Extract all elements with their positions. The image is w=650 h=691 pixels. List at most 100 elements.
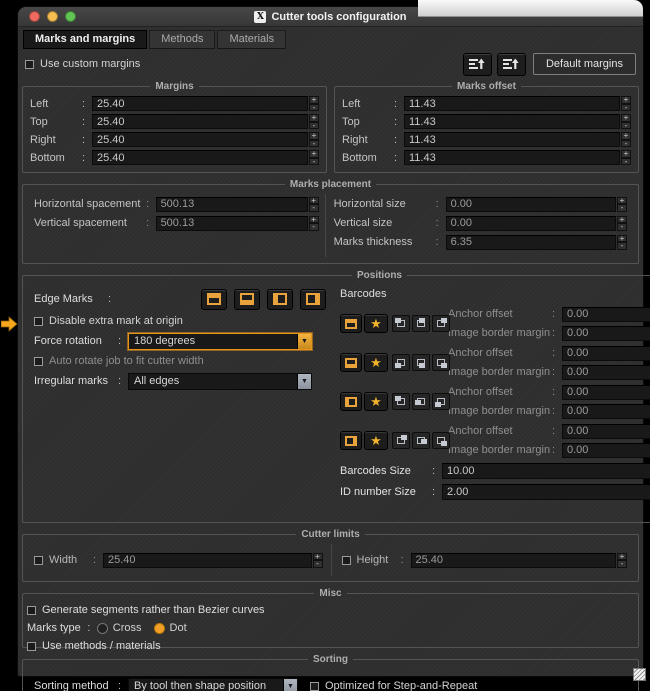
spin-up-button[interactable]	[309, 132, 319, 140]
spin-down-button[interactable]	[309, 139, 319, 147]
edge-mark-top-button[interactable]	[201, 288, 227, 310]
spinner[interactable]	[621, 114, 631, 129]
tab-marks-and-margins[interactable]: Marks and margins	[23, 30, 148, 49]
barcode-anchor-bottom-left-button[interactable]	[392, 354, 410, 371]
spin-up-button[interactable]	[616, 234, 627, 242]
spin-down-button[interactable]	[621, 157, 631, 165]
anchor-offset-top-field[interactable]	[562, 306, 650, 322]
barcode-anchor-left-top-button[interactable]	[392, 393, 410, 410]
spin-down-button[interactable]	[309, 103, 319, 111]
irregular-marks-dropdown[interactable]: All edges	[128, 372, 312, 390]
margin-left-field[interactable]	[92, 96, 308, 111]
barcode-anchor-top-left-button[interactable]	[392, 315, 410, 332]
edge-mark-right-button[interactable]	[300, 288, 326, 310]
force-rotation-dropdown[interactable]: 180 degrees	[128, 332, 312, 350]
tab-materials[interactable]: Materials	[217, 30, 287, 49]
spinner[interactable]	[616, 234, 627, 250]
generate-segments-checkbox[interactable]	[27, 605, 36, 615]
anchor-offset-right-field[interactable]	[562, 423, 650, 439]
tab-methods[interactable]: Methods	[149, 30, 216, 49]
offset-right-field[interactable]	[404, 132, 620, 147]
spin-up-button[interactable]	[621, 150, 631, 158]
barcode-star-top-button[interactable]	[364, 314, 388, 333]
height-limit-field[interactable]	[410, 552, 616, 568]
spin-down-button[interactable]	[309, 121, 319, 129]
spinner[interactable]	[308, 215, 319, 231]
barcode-anchor-top-center-button[interactable]	[412, 315, 430, 332]
spinner[interactable]	[621, 150, 631, 165]
spin-up-button[interactable]	[616, 215, 627, 223]
minimize-button[interactable]	[47, 11, 58, 22]
anchor-offset-left-field[interactable]	[562, 384, 650, 400]
spin-down-button[interactable]	[621, 139, 631, 147]
marks-thickness-field[interactable]	[445, 234, 616, 250]
barcode-anchor-right-bottom-button[interactable]	[432, 432, 450, 449]
barcodes-size-field[interactable]	[442, 462, 650, 479]
spin-up-button[interactable]	[309, 96, 319, 104]
margin-top-field[interactable]	[92, 114, 308, 129]
vertical-spacement-field[interactable]	[155, 215, 308, 231]
barcode-anchor-top-right-button[interactable]	[432, 315, 450, 332]
image-border-margin-left-field[interactable]	[562, 403, 650, 419]
use-custom-margins-checkbox[interactable]	[25, 59, 34, 69]
barcode-star-bottom-button[interactable]	[364, 353, 388, 372]
width-limit-checkbox[interactable]	[34, 555, 43, 565]
barcode-edge-right-button[interactable]	[340, 431, 362, 450]
spin-up-button[interactable]	[621, 96, 631, 104]
edge-mark-bottom-button[interactable]	[234, 288, 260, 310]
dropdown-arrow-icon[interactable]	[283, 678, 297, 691]
barcode-edge-bottom-button[interactable]	[340, 353, 362, 372]
spin-down-button[interactable]	[616, 204, 627, 212]
spin-down-button[interactable]	[621, 121, 631, 129]
spin-up-button[interactable]	[309, 114, 319, 122]
spinner[interactable]	[308, 196, 319, 212]
barcode-anchor-bottom-center-button[interactable]	[412, 354, 430, 371]
dropdown-arrow-icon[interactable]	[297, 333, 311, 349]
optimized-step-repeat-checkbox[interactable]	[310, 681, 319, 691]
spin-up-button[interactable]	[621, 132, 631, 140]
horizontal-spacement-field[interactable]	[155, 196, 308, 212]
sorting-method-dropdown[interactable]: By tool then shape position	[128, 677, 298, 691]
disable-extra-mark-checkbox[interactable]	[34, 316, 43, 326]
spinner[interactable]	[621, 96, 631, 111]
spin-down-button[interactable]	[308, 223, 319, 231]
spin-up-button[interactable]	[309, 150, 319, 158]
spinner[interactable]	[309, 96, 319, 111]
spinner[interactable]	[309, 114, 319, 129]
offset-left-field[interactable]	[404, 96, 620, 111]
image-border-margin-bottom-field[interactable]	[562, 364, 650, 380]
barcode-star-right-button[interactable]	[364, 431, 388, 450]
dropdown-arrow-icon[interactable]	[297, 373, 311, 389]
spinner[interactable]	[616, 196, 627, 212]
barcode-star-left-button[interactable]	[364, 392, 388, 411]
spin-down-button[interactable]	[617, 560, 627, 568]
use-methods-checkbox[interactable]	[27, 641, 36, 651]
spinner[interactable]	[312, 552, 323, 568]
spin-down-button[interactable]	[312, 560, 323, 568]
horizontal-size-field[interactable]	[445, 196, 616, 212]
resize-grip[interactable]	[633, 668, 646, 681]
spin-down-button[interactable]	[309, 157, 319, 165]
spin-down-button[interactable]	[616, 223, 627, 231]
zoom-button[interactable]	[65, 11, 76, 22]
auto-rotate-checkbox[interactable]	[34, 356, 43, 366]
edge-mark-left-button[interactable]	[267, 288, 293, 310]
margin-bottom-field[interactable]	[92, 150, 308, 165]
barcode-anchor-bottom-right-button[interactable]	[432, 354, 450, 371]
spin-up-button[interactable]	[621, 114, 631, 122]
margin-right-field[interactable]	[92, 132, 308, 147]
spin-down-button[interactable]	[621, 103, 631, 111]
offset-top-field[interactable]	[404, 114, 620, 129]
spinner[interactable]	[617, 552, 627, 568]
spinner[interactable]	[309, 132, 319, 147]
spin-up-button[interactable]	[616, 196, 627, 204]
barcode-anchor-left-center-button[interactable]	[412, 393, 430, 410]
spinner[interactable]	[621, 132, 631, 147]
barcode-edge-top-button[interactable]	[340, 314, 362, 333]
width-limit-field[interactable]	[103, 552, 312, 568]
spin-down-button[interactable]	[308, 204, 319, 212]
marks-type-cross-radio[interactable]	[96, 622, 108, 634]
spin-down-button[interactable]	[616, 242, 627, 250]
close-button[interactable]	[29, 11, 40, 22]
spin-up-button[interactable]	[308, 196, 319, 204]
